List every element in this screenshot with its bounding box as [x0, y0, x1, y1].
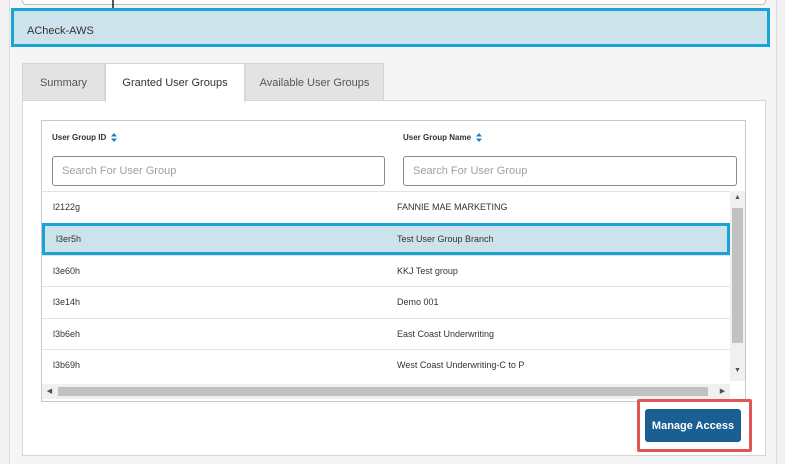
table-row-selected[interactable]: l3er5h Test User Group Branch [42, 223, 730, 255]
application-name: ACheck-AWS [27, 25, 94, 37]
table-row[interactable]: l3e14h Demo 001 [42, 286, 730, 318]
user-group-name-cell: FANNIE MAE MARKETING [397, 202, 508, 212]
user-group-id-cell: l3e60h [53, 266, 81, 276]
table-row[interactable]: l2122g FANNIE MAE MARKETING [42, 191, 730, 223]
tab-summary[interactable]: Summary [22, 63, 105, 101]
user-group-name-cell: West Coast Underwriting-C to P [397, 360, 525, 370]
table-row[interactable]: l3b69h West Coast Underwriting-C to P [42, 349, 730, 381]
user-group-name-cell: KKJ Test group [397, 266, 458, 276]
scroll-down-icon[interactable]: ▼ [730, 367, 745, 374]
vertical-scrollbar[interactable]: ▲ ▼ [730, 191, 745, 381]
scroll-up-icon[interactable]: ▲ [730, 194, 745, 201]
table-row[interactable]: l3b6eh East Coast Underwriting [42, 318, 730, 350]
horizontal-scrollbar[interactable]: ◀ ▶ [42, 384, 730, 399]
vertical-scroll-thumb[interactable] [732, 208, 743, 343]
column-header-label: User Group ID [52, 133, 107, 142]
sort-icon [476, 133, 483, 143]
user-group-id-cell: l3er5h [56, 234, 82, 244]
selected-application-row[interactable]: ACheck-AWS [11, 8, 770, 47]
user-group-id-cell: l2122g [53, 202, 81, 212]
user-group-name-cell: Test User Group Branch [397, 234, 494, 244]
column-header-label: User Group Name [403, 133, 472, 142]
grid-rows: l2122g FANNIE MAE MARKETING l3er5h Test … [42, 191, 730, 381]
sort-icon [111, 133, 118, 143]
user-groups-grid: User Group ID User Group Name l2122g FAN… [41, 120, 746, 402]
horizontal-scroll-thumb[interactable] [58, 387, 708, 396]
tab-available-user-groups[interactable]: Available User Groups [245, 63, 384, 101]
user-group-id-cell: l3b6eh [53, 329, 81, 339]
tab-granted-user-groups[interactable]: Granted User Groups [105, 63, 245, 102]
user-group-name-search-input[interactable] [403, 156, 737, 186]
column-header-user-group-id[interactable]: User Group ID [52, 121, 118, 155]
table-row[interactable]: l3e60h KKJ Test group [42, 255, 730, 287]
scroll-left-icon[interactable]: ◀ [42, 387, 57, 395]
application-search-field[interactable] [22, 0, 766, 5]
user-group-id-cell: l3b69h [53, 360, 81, 370]
scroll-right-icon[interactable]: ▶ [715, 387, 730, 395]
user-group-name-cell: Demo 001 [397, 297, 439, 307]
user-group-id-search-input[interactable] [52, 156, 385, 186]
user-group-name-cell: East Coast Underwriting [397, 329, 495, 339]
user-group-id-cell: l3e14h [53, 297, 81, 307]
column-header-user-group-name[interactable]: User Group Name [403, 121, 483, 155]
manage-access-button[interactable]: Manage Access [645, 409, 741, 442]
